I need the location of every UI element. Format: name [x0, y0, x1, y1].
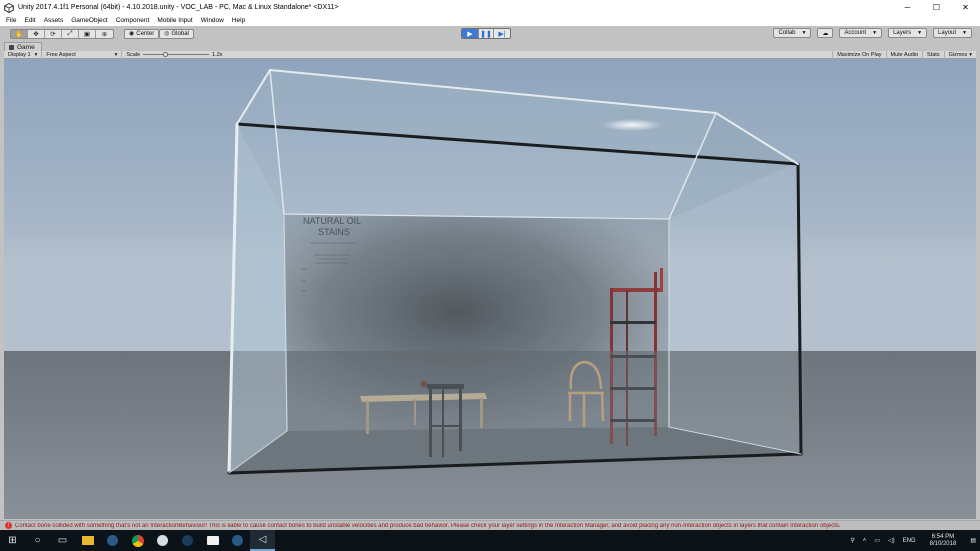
globe-icon: ◎	[164, 31, 170, 37]
system-tray: ⚲ ˄ ▭ ◁) ENG 6:54 PM 8/10/2018 ▤	[846, 530, 980, 551]
game-view-toolbar: Display 1 ▾ Free Aspect ▾ Scale 1.2x Maxim…	[4, 50, 976, 59]
language-indicator[interactable]: ENG	[903, 538, 916, 544]
collab-label: Collab	[778, 30, 796, 36]
layers-label: Layers	[893, 30, 912, 36]
collab-dropdown[interactable]: Collab ▼	[773, 28, 812, 38]
chevron-down-icon: ▼	[801, 30, 807, 36]
steam-icon[interactable]	[225, 530, 250, 551]
clock-date: 8/10/2018	[929, 540, 957, 547]
task-view-icon[interactable]: ▭	[50, 530, 75, 551]
pause-icon: ❚❚	[480, 30, 492, 38]
clock-time: 6:54 PM	[931, 533, 955, 540]
steam-icon[interactable]	[100, 530, 125, 551]
menu-bar: File Edit Assets GameObject Component Mo…	[0, 15, 980, 26]
scale-control: Scale 1.2x	[122, 51, 226, 59]
volume-icon[interactable]: ◁)	[888, 537, 895, 544]
scene-render: NATURAL OIL STAINS	[4, 59, 976, 519]
hand-tool-icon[interactable]: ✋	[11, 29, 28, 38]
console-message: Contact bone collided with something tha…	[15, 522, 841, 529]
game-controller-icon	[9, 44, 14, 50]
menu-window[interactable]: Window	[201, 17, 224, 24]
pivot-icon: ◉	[129, 31, 135, 37]
account-label: Account	[844, 30, 867, 36]
error-icon: !	[5, 522, 12, 529]
move-tool-icon[interactable]: ✥	[28, 29, 45, 38]
gizmos-label: Gizmos	[948, 51, 968, 58]
aspect-label: Free Aspect	[46, 51, 76, 58]
maximize-on-play-toggle[interactable]: Maximize On Play	[832, 50, 885, 59]
chevron-down-icon: ▼	[917, 30, 923, 36]
rect-tool-icon[interactable]: ▣	[79, 29, 96, 38]
display-label: Display 1	[8, 51, 31, 58]
step-icon: ▶|	[498, 30, 506, 38]
console-status-bar[interactable]: ! Contact bone collided with something t…	[0, 520, 980, 530]
steam-icon[interactable]	[175, 530, 200, 551]
chrome-icon[interactable]	[125, 530, 150, 551]
scale-label: Scale	[126, 51, 141, 58]
menu-assets[interactable]: Assets	[44, 17, 64, 24]
scale-tool-icon[interactable]: ⤢	[62, 29, 79, 38]
light-glint	[602, 119, 662, 131]
gizmos-dropdown[interactable]: Gizmos ▾	[943, 50, 976, 59]
file-explorer-icon[interactable]	[75, 530, 100, 551]
menu-help[interactable]: Help	[232, 17, 245, 24]
unity-icon[interactable]: ◁	[250, 530, 275, 551]
layers-dropdown[interactable]: Layers ▼	[888, 28, 928, 38]
game-viewport[interactable]: NATURAL OIL STAINS	[4, 59, 976, 519]
play-icon: ▶	[467, 30, 473, 38]
menu-file[interactable]: File	[6, 17, 16, 24]
space-toggle[interactable]: ◎ Global	[159, 28, 194, 39]
menu-edit[interactable]: Edit	[24, 17, 35, 24]
clock[interactable]: 6:54 PM 8/10/2018	[926, 534, 961, 548]
network-icon[interactable]: ▭	[874, 537, 880, 544]
cloud-button[interactable]: ☁	[817, 28, 834, 38]
pivot-toggle[interactable]: ◉ Center	[124, 28, 160, 39]
space-label: Global	[171, 30, 189, 37]
people-icon[interactable]: ⚲	[850, 537, 854, 544]
menu-component[interactable]: Component	[116, 17, 150, 24]
pause-button[interactable]: ❚❚	[478, 29, 494, 38]
unity-logo-icon	[4, 2, 14, 13]
cloud-icon: ☁	[822, 30, 829, 37]
chevron-down-icon: ▼	[872, 30, 878, 36]
menu-mobile-input[interactable]: Mobile Input	[157, 17, 192, 24]
app-icon[interactable]	[200, 530, 225, 551]
tab-game-label: Game	[17, 43, 35, 51]
app-icon[interactable]	[150, 530, 175, 551]
transform-tool-icon[interactable]: ⊕	[96, 30, 113, 38]
scale-value: 1.2x	[212, 51, 223, 58]
scale-slider-thumb[interactable]	[163, 52, 169, 57]
playback-controls: ▶ ❚❚ ▶|	[461, 28, 511, 39]
window-titlebar: Unity 2017.4.1f1 Personal (64bit) - 4.10…	[0, 0, 980, 15]
front-glass-wall	[229, 124, 801, 473]
display-dropdown[interactable]: Display 1 ▾	[4, 50, 43, 59]
start-icon[interactable]: ⊞	[0, 530, 25, 551]
notification-icon[interactable]: ▤	[970, 537, 976, 544]
chevron-down-icon: ▾	[114, 51, 118, 58]
main-toolbar: ✋ ✥ ⟳ ⤢ ▣ ⊕ ◉ Center ◎ Global ▶ ❚❚ ▶| Coll…	[0, 26, 980, 41]
transform-tools: ✋ ✥ ⟳ ⤢ ▣ ⊕	[10, 28, 114, 39]
chevron-down-icon: ▾	[34, 51, 38, 58]
stats-toggle[interactable]: Stats	[922, 50, 944, 59]
account-dropdown[interactable]: Account ▼	[839, 28, 883, 38]
mute-audio-toggle[interactable]: Mute Audio	[885, 50, 923, 59]
rotate-tool-icon[interactable]: ⟳	[45, 29, 62, 38]
step-button[interactable]: ▶|	[494, 29, 510, 38]
chevron-up-icon[interactable]: ˄	[863, 538, 867, 544]
scale-slider[interactable]	[143, 52, 210, 57]
layout-dropdown[interactable]: Layout ▼	[933, 28, 972, 38]
menu-gameobject[interactable]: GameObject	[71, 17, 108, 24]
chevron-down-icon: ▼	[962, 30, 967, 36]
layout-label: Layout	[938, 30, 957, 36]
aspect-dropdown[interactable]: Free Aspect ▾	[42, 50, 123, 59]
close-button[interactable]: ✕	[951, 0, 980, 15]
pivot-label: Center	[136, 30, 155, 37]
maximize-button[interactable]: ☐	[922, 0, 951, 15]
search-icon[interactable]: ○	[25, 530, 50, 551]
windows-taskbar: ⊞ ○ ▭ ◁ ⚲ ˄ ▭ ◁) ENG 6:54 PM 8/10/2018 ▤	[0, 530, 980, 551]
window-title: Unity 2017.4.1f1 Personal (64bit) - 4.10…	[18, 4, 339, 11]
chevron-down-icon: ▾	[969, 51, 972, 58]
minimize-button[interactable]: ─	[893, 0, 922, 15]
play-button[interactable]: ▶	[462, 29, 478, 38]
